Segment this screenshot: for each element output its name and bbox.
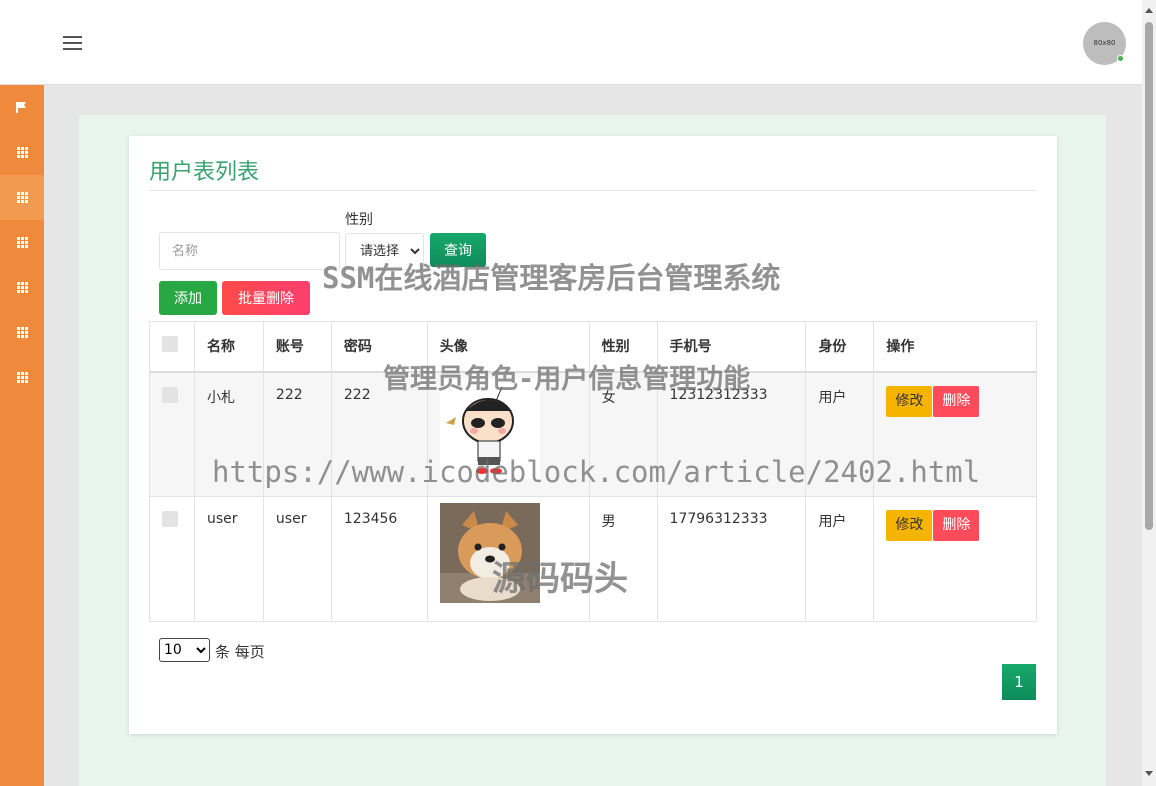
grid-icon [16,372,28,383]
user-list-card: 用户表列表 性别 请选择 查询 添加 批量删除 名称 账号 密码 头像 性别 手… [129,136,1057,734]
page-1-button[interactable]: 1 [1002,664,1036,700]
shiba-dog-avatar [439,503,540,603]
column-header: 密码 [330,321,428,373]
column-header: 性别 [588,321,658,373]
cartoon-boy-avatar [439,378,540,479]
account-cell: user [262,496,332,622]
scroll-up-arrow-icon[interactable] [1145,8,1153,13]
user-table: 名称 账号 密码 头像 性别 手机号 身份 操作 小札 222 222 女 12… [149,321,1037,622]
gender-filter-select[interactable]: 请选择 [345,233,424,270]
online-status-dot [1117,55,1124,62]
top-bar: 80x80 [0,0,1142,85]
grid-icon [16,147,28,158]
grid-icon [16,327,28,338]
sidebar-item-home[interactable] [0,85,44,130]
sidebar-item-6[interactable] [0,355,44,400]
role-cell: 用户 [805,371,875,497]
row-select-cell [149,496,195,622]
sidebar-item-5[interactable] [0,310,44,355]
name-cell: 小札 [193,371,264,497]
column-header: 手机号 [656,321,807,373]
delete-button[interactable]: 删除 [933,385,980,417]
table-header-row: 名称 账号 密码 头像 性别 手机号 身份 操作 [149,321,1037,373]
divider [149,190,1037,191]
actions-cell: 修改 删除 [873,371,1037,497]
sidebar-item-3[interactable] [0,220,44,265]
sidebar [0,85,44,786]
sidebar-item-2[interactable] [0,175,44,220]
row-checkbox[interactable] [162,386,178,403]
phone-cell: 12312312333 [656,371,807,497]
name-cell: user [193,496,264,622]
column-header: 身份 [805,321,875,373]
row-checkbox[interactable] [162,511,178,527]
avatar-cell [426,371,590,497]
gender-filter-label: 性别 [345,212,373,228]
select-all-checkbox[interactable] [162,336,178,353]
scroll-thumb[interactable] [1145,22,1153,530]
batch-delete-button[interactable]: 批量删除 [222,281,310,315]
menu-toggle-icon[interactable] [63,36,82,50]
add-button[interactable]: 添加 [159,281,217,315]
delete-button[interactable]: 删除 [933,510,980,541]
select-all-cell [149,321,195,373]
gender-cell: 女 [588,371,658,497]
flag-icon [16,102,26,113]
per-page-label: 条 每页 [215,643,265,661]
account-cell: 222 [262,371,332,497]
grid-icon [16,192,28,203]
table-row: user user 123456 男 17796312333 用户 修改 删除 [149,496,1037,622]
grid-icon [16,282,28,293]
row-select-cell [149,371,195,497]
grid-icon [16,237,28,248]
sidebar-item-4[interactable] [0,265,44,310]
column-header: 名称 [193,321,264,373]
avatar-cell [426,496,590,622]
name-search-input[interactable] [159,232,340,270]
page-size-select[interactable]: 10 [159,638,210,662]
gender-cell: 男 [588,496,658,622]
sidebar-item-1[interactable] [0,130,44,175]
edit-button[interactable]: 修改 [886,385,933,417]
column-header: 账号 [262,321,332,373]
phone-cell: 17796312333 [656,496,807,622]
password-cell: 222 [330,371,428,497]
actions-cell: 修改 删除 [873,496,1037,622]
edit-button[interactable]: 修改 [886,510,933,541]
role-cell: 用户 [805,496,875,622]
page-title: 用户表列表 [149,160,260,185]
scroll-down-arrow-icon[interactable] [1145,771,1153,776]
column-header: 头像 [426,321,590,373]
password-cell: 123456 [330,496,428,622]
table-row: 小札 222 222 女 12312312333 用户 修改 删除 [149,371,1037,497]
column-header: 操作 [873,321,1037,373]
page-scrollbar[interactable] [1142,0,1156,786]
query-button[interactable]: 查询 [430,233,486,267]
